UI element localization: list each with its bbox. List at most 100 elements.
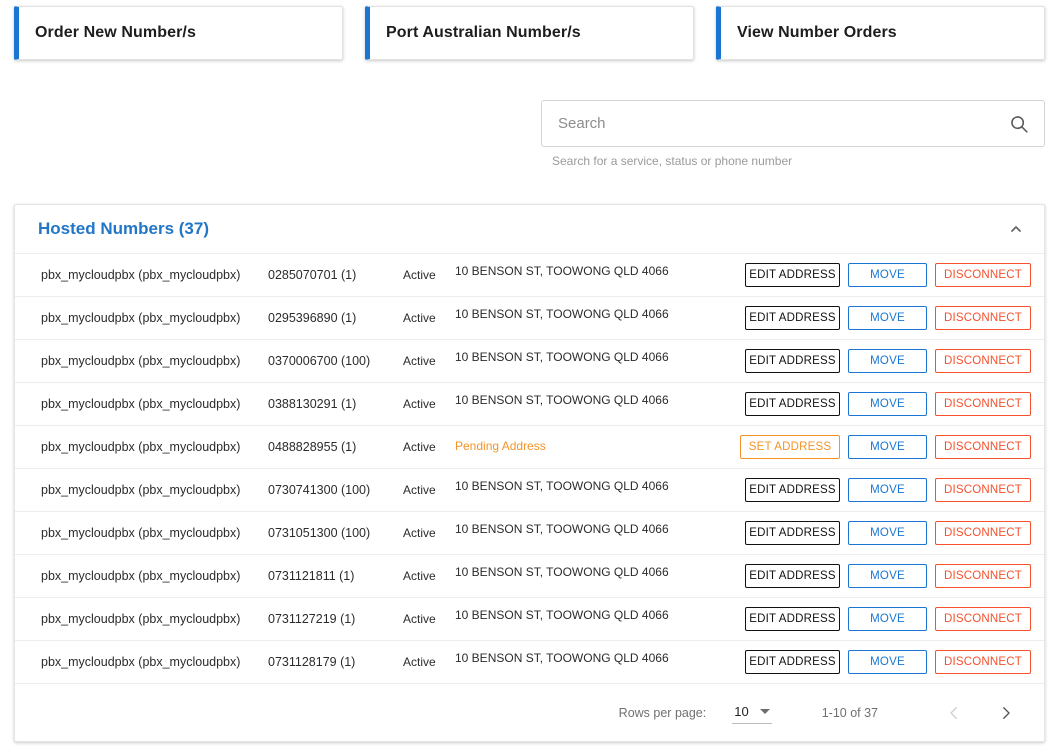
cell-actions: EDIT ADDRESS MOVE DISCONNECT xyxy=(745,650,1031,674)
disconnect-button[interactable]: DISCONNECT xyxy=(935,263,1031,287)
disconnect-button[interactable]: DISCONNECT xyxy=(935,521,1031,545)
card-order-new-numbers[interactable]: Order New Number/s xyxy=(14,6,343,60)
rows-per-page-label: Rows per page: xyxy=(618,705,707,720)
cell-address: 10 BENSON ST, TOOWONG QLD 4066 xyxy=(455,350,669,364)
panel-header-toggle[interactable]: Hosted Numbers (37) xyxy=(15,205,1044,253)
cell-actions: EDIT ADDRESS MOVE DISCONNECT xyxy=(745,349,1031,373)
rows-per-page-value: 10 xyxy=(734,703,749,719)
edit-address-button[interactable]: EDIT ADDRESS xyxy=(745,607,840,631)
chevron-up-icon[interactable] xyxy=(1008,221,1024,237)
edit-address-button[interactable]: EDIT ADDRESS xyxy=(745,306,840,330)
cell-service: pbx_mycloudpbx (pbx_mycloudpbx) xyxy=(41,440,241,454)
disconnect-button[interactable]: DISCONNECT xyxy=(935,306,1031,330)
chevron-left-icon xyxy=(940,699,968,727)
cell-address: 10 BENSON ST, TOOWONG QLD 4066 xyxy=(455,307,669,321)
disconnect-button[interactable]: DISCONNECT xyxy=(935,478,1031,502)
move-button[interactable]: MOVE xyxy=(848,564,927,588)
card-port-australian-numbers[interactable]: Port Australian Number/s xyxy=(365,6,694,60)
move-button[interactable]: MOVE xyxy=(848,349,927,373)
card-view-number-orders[interactable]: View Number Orders xyxy=(716,6,1045,60)
cell-number: 0730741300 (100) xyxy=(268,483,371,497)
cell-number: 0388130291 (1) xyxy=(268,397,357,411)
cell-address: 10 BENSON ST, TOOWONG QLD 4066 xyxy=(455,479,669,493)
edit-address-button[interactable]: EDIT ADDRESS xyxy=(745,650,840,674)
cell-service: pbx_mycloudpbx (pbx_mycloudpbx) xyxy=(41,655,241,669)
table-row: pbx_mycloudpbx (pbx_mycloudpbx) 048882895… xyxy=(15,425,1044,468)
cell-status: Active xyxy=(403,483,436,497)
cell-number: 0295396890 (1) xyxy=(268,311,357,325)
disconnect-button[interactable]: DISCONNECT xyxy=(935,607,1031,631)
cell-number: 0731121811 (1) xyxy=(268,569,355,583)
cell-actions: EDIT ADDRESS MOVE DISCONNECT xyxy=(745,478,1031,502)
cell-address: 10 BENSON ST, TOOWONG QLD 4066 xyxy=(455,393,669,407)
card-port-australian-numbers-label: Port Australian Number/s xyxy=(386,24,581,41)
cell-number: 0370006700 (100) xyxy=(268,354,371,368)
move-button[interactable]: MOVE xyxy=(848,607,927,631)
cell-actions: EDIT ADDRESS MOVE DISCONNECT xyxy=(745,607,1031,631)
card-order-new-numbers-label: Order New Number/s xyxy=(35,24,196,41)
cell-address: 10 BENSON ST, TOOWONG QLD 4066 xyxy=(455,565,669,579)
search-icon[interactable] xyxy=(1008,113,1030,135)
cell-actions: EDIT ADDRESS MOVE DISCONNECT xyxy=(745,392,1031,416)
edit-address-button[interactable]: EDIT ADDRESS xyxy=(745,564,840,588)
search-box[interactable] xyxy=(541,100,1045,147)
disconnect-button[interactable]: DISCONNECT xyxy=(935,392,1031,416)
move-button[interactable]: MOVE xyxy=(848,306,927,330)
cell-address: 10 BENSON ST, TOOWONG QLD 4066 xyxy=(455,264,669,278)
pagination-range-label: 1-10 of 37 xyxy=(821,705,878,720)
disconnect-button[interactable]: DISCONNECT xyxy=(935,650,1031,674)
cell-address: 10 BENSON ST, TOOWONG QLD 4066 xyxy=(455,522,669,536)
hosted-numbers-panel: Hosted Numbers (37) pbx_mycloudpbx (pbx_… xyxy=(14,204,1045,742)
move-button[interactable]: MOVE xyxy=(848,478,927,502)
cell-status: Active xyxy=(403,526,436,540)
table-row: pbx_mycloudpbx (pbx_mycloudpbx) 028507070… xyxy=(15,253,1044,296)
cell-service: pbx_mycloudpbx (pbx_mycloudpbx) xyxy=(41,311,241,325)
table-row: pbx_mycloudpbx (pbx_mycloudpbx) 073112817… xyxy=(15,640,1044,683)
table-row: pbx_mycloudpbx (pbx_mycloudpbx) 073074130… xyxy=(15,468,1044,511)
action-cards-row: Order New Number/s Port Australian Numbe… xyxy=(14,6,1045,60)
cell-address: 10 BENSON ST, TOOWONG QLD 4066 xyxy=(455,651,669,665)
cell-address-pending: Pending Address xyxy=(455,439,546,453)
edit-address-button[interactable]: EDIT ADDRESS xyxy=(745,263,840,287)
chevron-down-icon xyxy=(759,708,770,714)
cell-status: Active xyxy=(403,440,436,454)
table-row: pbx_mycloudpbx (pbx_mycloudpbx) 073105130… xyxy=(15,511,1044,554)
move-button[interactable]: MOVE xyxy=(848,263,927,287)
edit-address-button[interactable]: EDIT ADDRESS xyxy=(745,478,840,502)
cell-service: pbx_mycloudpbx (pbx_mycloudpbx) xyxy=(41,397,241,411)
cell-address: 10 BENSON ST, TOOWONG QLD 4066 xyxy=(455,608,669,622)
page-title: Hosted Numbers (37) xyxy=(38,219,209,238)
cell-status: Active xyxy=(403,311,436,325)
table-row: pbx_mycloudpbx (pbx_mycloudpbx) 037000670… xyxy=(15,339,1044,382)
edit-address-button[interactable]: EDIT ADDRESS xyxy=(745,349,840,373)
disconnect-button[interactable]: DISCONNECT xyxy=(935,564,1031,588)
disconnect-button[interactable]: DISCONNECT xyxy=(935,349,1031,373)
disconnect-button[interactable]: DISCONNECT xyxy=(935,435,1031,459)
search-input[interactable] xyxy=(556,101,996,146)
table-row: pbx_mycloudpbx (pbx_mycloudpbx) 029539689… xyxy=(15,296,1044,339)
move-button[interactable]: MOVE xyxy=(848,435,927,459)
cell-status: Active xyxy=(403,354,436,368)
hosted-numbers-table: pbx_mycloudpbx (pbx_mycloudpbx) 028507070… xyxy=(15,253,1044,683)
table-row: pbx_mycloudpbx (pbx_mycloudpbx) 073112721… xyxy=(15,597,1044,640)
chevron-right-icon[interactable] xyxy=(992,699,1020,727)
cell-service: pbx_mycloudpbx (pbx_mycloudpbx) xyxy=(41,354,241,368)
move-button[interactable]: MOVE xyxy=(848,650,927,674)
cell-service: pbx_mycloudpbx (pbx_mycloudpbx) xyxy=(41,526,241,540)
cell-number: 0488828955 (1) xyxy=(268,440,357,454)
cell-actions: SET ADDRESS MOVE DISCONNECT xyxy=(740,435,1031,459)
cell-service: pbx_mycloudpbx (pbx_mycloudpbx) xyxy=(41,612,241,626)
move-button[interactable]: MOVE xyxy=(848,521,927,545)
rows-per-page-select[interactable]: 10 xyxy=(732,702,772,724)
table-row: pbx_mycloudpbx (pbx_mycloudpbx) 038813029… xyxy=(15,382,1044,425)
edit-address-button[interactable]: EDIT ADDRESS xyxy=(745,392,840,416)
edit-address-button[interactable]: EDIT ADDRESS xyxy=(745,521,840,545)
pagination: Rows per page: 10 1-10 of 37 xyxy=(15,683,1044,741)
cell-service: pbx_mycloudpbx (pbx_mycloudpbx) xyxy=(41,483,241,497)
cell-status: Active xyxy=(403,397,436,411)
cell-actions: EDIT ADDRESS MOVE DISCONNECT xyxy=(745,564,1031,588)
cell-actions: EDIT ADDRESS MOVE DISCONNECT xyxy=(745,521,1031,545)
move-button[interactable]: MOVE xyxy=(848,392,927,416)
set-address-button[interactable]: SET ADDRESS xyxy=(740,435,840,459)
cell-status: Active xyxy=(403,612,436,626)
